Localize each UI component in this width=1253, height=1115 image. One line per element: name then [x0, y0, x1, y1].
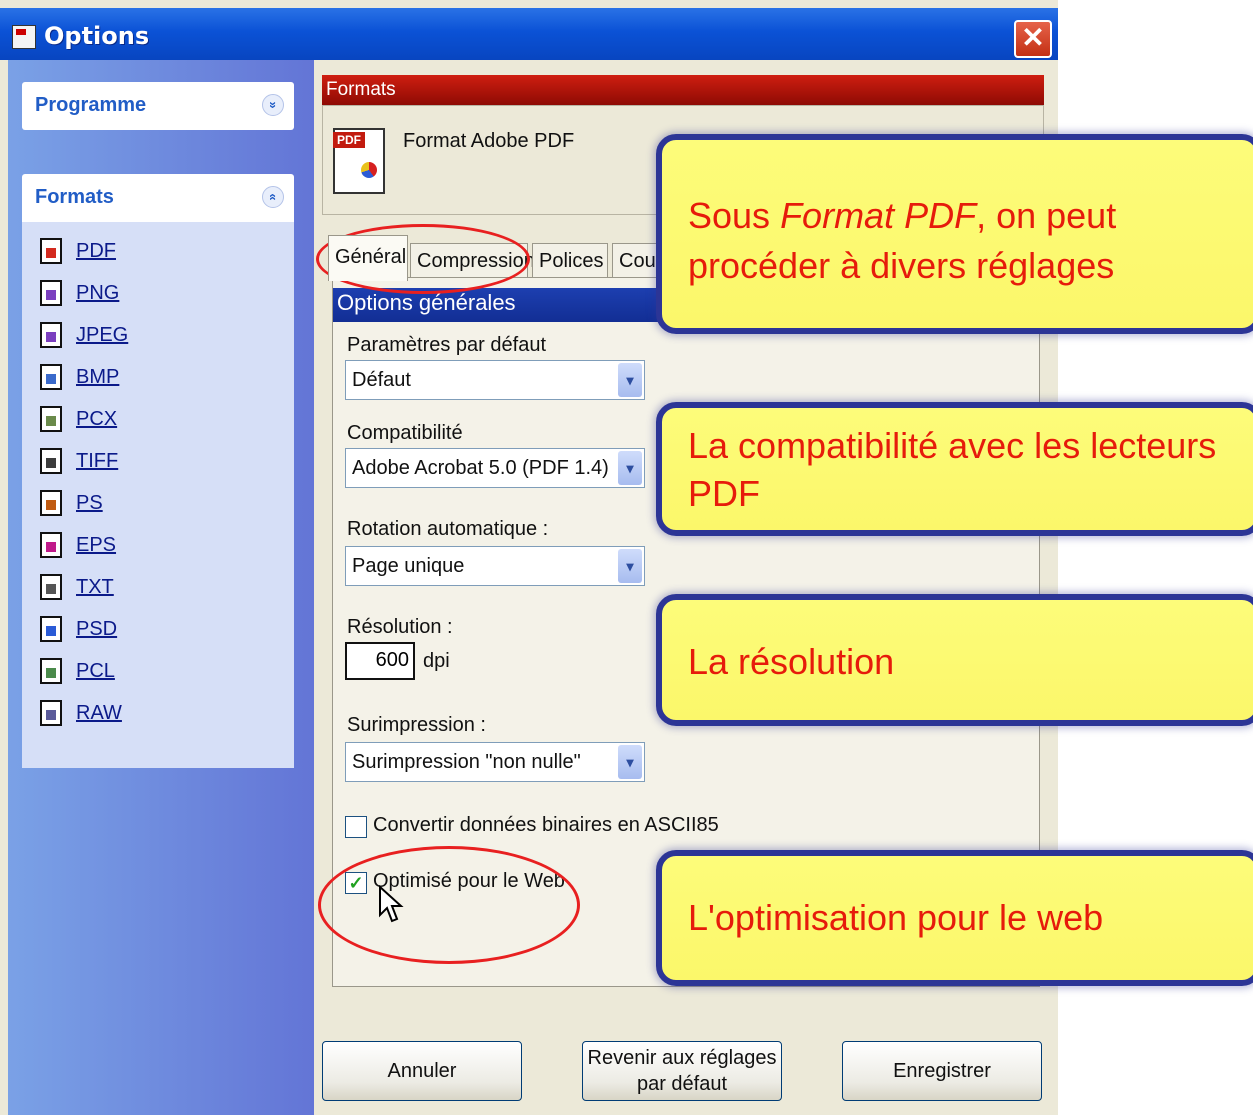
file-icon	[40, 658, 62, 684]
file-icon	[40, 532, 62, 558]
pie-graphic-icon	[361, 162, 377, 178]
annotation-pdf-settings: Sous Format PDF, on peut procéder à dive…	[656, 134, 1253, 334]
compat-label: Compatibilité	[347, 422, 463, 444]
resolution-unit: dpi	[423, 650, 450, 672]
rotation-value: Page unique	[352, 555, 465, 577]
sidebar: Programme » Formats « PDF PNG JPEG BMP PCX TI…	[8, 60, 314, 1115]
cancel-button[interactable]: Annuler	[322, 1041, 522, 1101]
file-icon	[40, 322, 62, 348]
programme-label: Programme	[35, 94, 147, 116]
annotation-compatibility: La compatibilité avec les lecteurs PDF	[656, 402, 1253, 536]
annotation-compat-line2: PDF	[688, 473, 760, 514]
annotation-compat-line1: La compatibilité avec les lecteurs	[688, 425, 1217, 466]
dropdown-arrow-icon[interactable]: ▾	[618, 451, 642, 485]
title-bar[interactable]: Options ✕	[0, 8, 1058, 60]
ascii85-label: Convertir données binaires en ASCII85	[373, 814, 719, 836]
format-item-label[interactable]: EPS	[76, 534, 116, 557]
file-icon	[40, 616, 62, 642]
rotation-label: Rotation automatique :	[347, 518, 549, 540]
section-header: Formats	[322, 75, 1044, 105]
annotation-resolution: La résolution	[656, 594, 1253, 726]
pdf-icon-tag: PDF	[333, 132, 365, 148]
ascii85-checkbox[interactable]	[345, 816, 367, 838]
format-item-label[interactable]: RAW	[76, 702, 122, 725]
file-icon	[40, 364, 62, 390]
format-item-label[interactable]: BMP	[76, 366, 119, 389]
file-icon	[40, 280, 62, 306]
dropdown-arrow-icon[interactable]: ▾	[618, 549, 642, 583]
resolution-input[interactable]: 600	[345, 642, 415, 680]
close-button[interactable]: ✕	[1014, 20, 1052, 58]
dropdown-arrow-icon[interactable]: ▾	[618, 745, 642, 779]
file-icon	[40, 238, 62, 264]
annotation-web: L'optimisation pour le web	[656, 850, 1253, 986]
tab-polices[interactable]: Polices	[532, 243, 608, 279]
annotation-pdf-line1: Sous Format PDF, on peut	[688, 195, 1117, 236]
pdf-document-icon: PDF	[333, 128, 385, 194]
overprint-select[interactable]: Surimpression "non nulle" ▾	[345, 742, 645, 782]
chevron-up-icon[interactable]: «	[262, 186, 284, 208]
format-item-label[interactable]: JPEG	[76, 324, 128, 347]
format-name: Format Adobe PDF	[403, 130, 575, 152]
tab-couleurs[interactable]: Coul	[612, 243, 662, 279]
file-icon	[40, 574, 62, 600]
overprint-value: Surimpression "non nulle"	[352, 751, 581, 773]
file-icon	[40, 490, 62, 516]
format-item-label[interactable]: PNG	[76, 282, 119, 305]
file-icon	[40, 406, 62, 432]
formats-panel-header[interactable]: Formats «	[22, 174, 294, 222]
format-item-label[interactable]: PCL	[76, 660, 115, 683]
rotation-select[interactable]: Page unique ▾	[345, 546, 645, 586]
programme-panel-header[interactable]: Programme »	[22, 82, 294, 130]
chevron-down-icon[interactable]: »	[262, 94, 284, 116]
save-button[interactable]: Enregistrer	[842, 1041, 1042, 1101]
window-title: Options	[44, 22, 150, 50]
defaults-value: Défaut	[352, 369, 411, 391]
app-icon	[12, 25, 36, 49]
resolution-label: Résolution :	[347, 616, 453, 638]
compat-select[interactable]: Adobe Acrobat 5.0 (PDF 1.4) ▾	[345, 448, 645, 488]
annotation-pdf-line2: procéder à divers réglages	[688, 245, 1115, 286]
format-item-label[interactable]: PDF	[76, 240, 116, 263]
file-icon	[40, 700, 62, 726]
defaults-label: Paramètres par défaut	[347, 334, 546, 356]
format-item-label[interactable]: PCX	[76, 408, 117, 431]
file-icon	[40, 448, 62, 474]
annotation-web-text: L'optimisation pour le web	[688, 897, 1104, 938]
reset-defaults-button[interactable]: Revenir aux réglages par défaut	[582, 1041, 782, 1101]
dropdown-arrow-icon[interactable]: ▾	[618, 363, 642, 397]
compat-value: Adobe Acrobat 5.0 (PDF 1.4)	[352, 457, 609, 479]
defaults-select[interactable]: Défaut ▾	[345, 360, 645, 400]
formats-label: Formats	[35, 186, 114, 208]
format-item-label[interactable]: TXT	[76, 576, 114, 599]
format-item-label[interactable]: PSD	[76, 618, 117, 641]
section-title: Formats	[326, 79, 396, 100]
formats-list: PDF PNG JPEG BMP PCX TIFF PS EPS TXT PSD PCL RAW	[22, 222, 294, 768]
annotation-resolution-text: La résolution	[688, 641, 895, 682]
checkbox-highlight-ring	[318, 846, 580, 964]
overprint-label: Surimpression :	[347, 714, 486, 736]
mouse-cursor-icon	[379, 885, 404, 923]
tab-general[interactable]: Général	[328, 235, 408, 281]
format-item-label[interactable]: PS	[76, 492, 103, 515]
format-item-label[interactable]: TIFF	[76, 450, 118, 473]
